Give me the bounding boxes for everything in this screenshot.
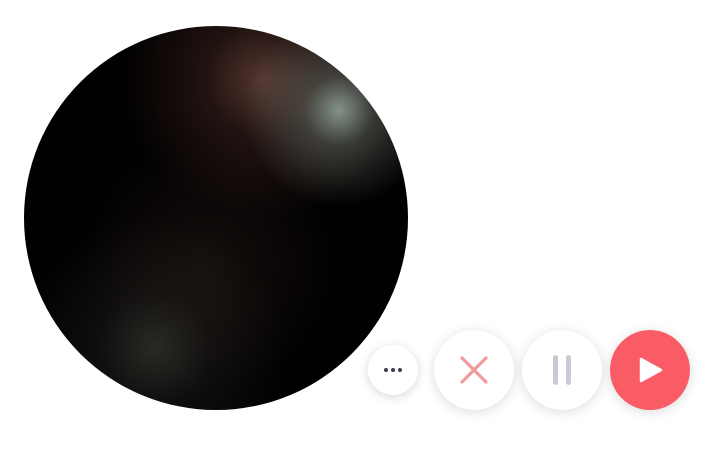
record-button[interactable] (610, 330, 690, 410)
play-icon (639, 357, 663, 383)
more-horizontal-icon (384, 368, 402, 372)
camera-preview (24, 26, 408, 410)
pause-button[interactable] (522, 330, 602, 410)
close-icon (460, 356, 488, 384)
recorder-stage (0, 0, 724, 456)
pause-icon (553, 355, 571, 385)
cancel-button[interactable] (434, 330, 514, 410)
more-options-button[interactable] (368, 345, 418, 395)
